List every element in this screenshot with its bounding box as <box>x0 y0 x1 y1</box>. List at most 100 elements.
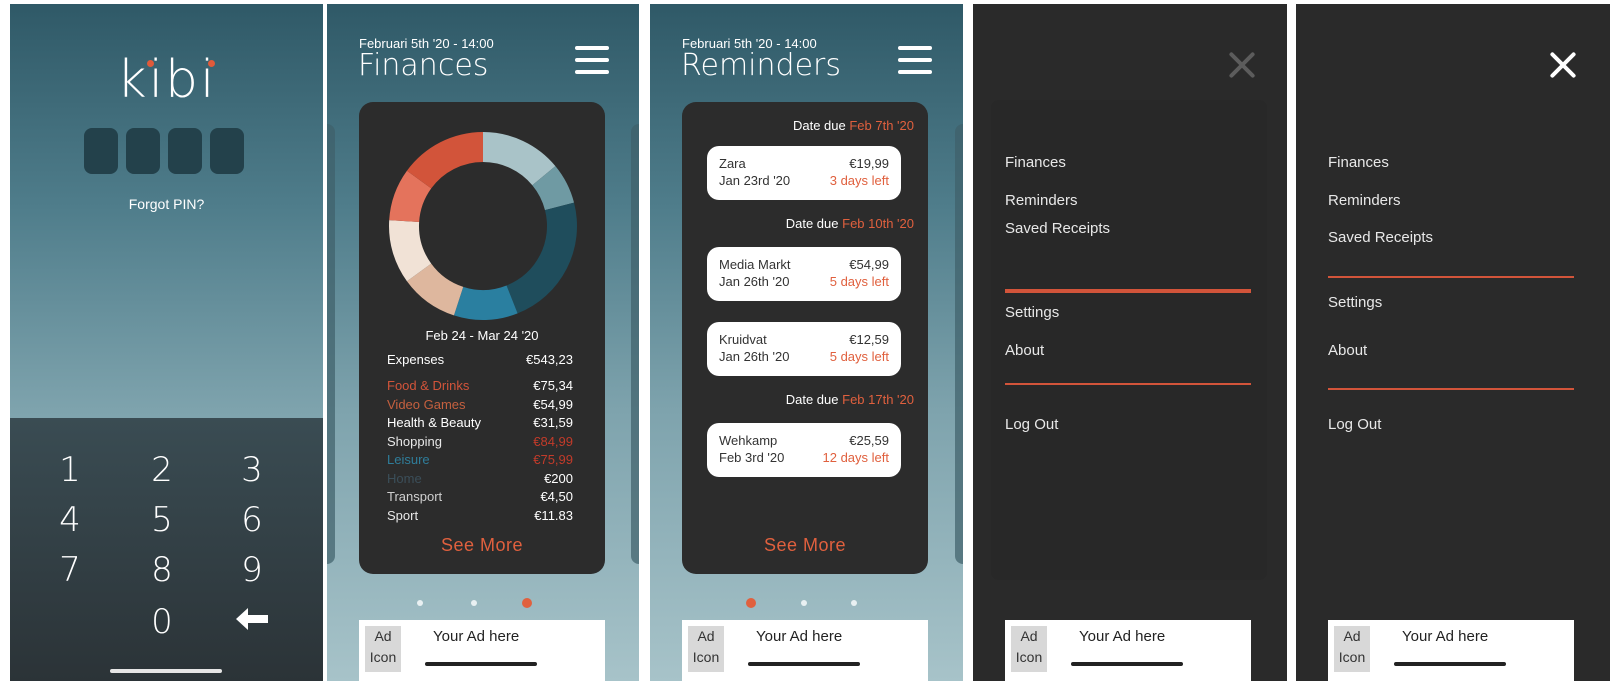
page-dot-active[interactable] <box>522 598 532 608</box>
reminder-card[interactable]: Wehkamp Feb 3rd '20 €25,59 12 days left <box>707 423 901 477</box>
close-icon[interactable] <box>1548 50 1578 80</box>
category-label: Shopping <box>387 433 442 449</box>
page-dot[interactable] <box>471 600 477 606</box>
page-dot[interactable] <box>417 600 423 606</box>
forgot-pin-link[interactable]: Forgot PIN? <box>10 196 323 212</box>
reminders-card: Date due Feb 7th '20 Zara Jan 23rd '20 €1… <box>682 102 928 574</box>
category-label: Health & Beauty <box>387 415 481 430</box>
key-5[interactable]: 5 <box>132 500 192 540</box>
pin-digit-box <box>168 128 202 174</box>
key-8[interactable]: 8 <box>132 550 192 590</box>
menu-item-settings[interactable]: Settings <box>1005 304 1059 321</box>
hamburger-menu-icon[interactable] <box>898 46 932 74</box>
ad-underline <box>1071 662 1183 666</box>
key-2[interactable]: 2 <box>132 450 192 490</box>
home-indicator <box>110 669 222 673</box>
menu-item-about[interactable]: About <box>1005 342 1044 359</box>
menu-item-saved-receipts[interactable]: Saved Receipts <box>1005 220 1110 237</box>
category-row: Health & Beauty €31,59 <box>387 415 573 430</box>
category-amount: €11.83 <box>534 507 573 523</box>
reminder-card[interactable]: Kruidvat Jan 26th '20 €12,59 5 days left <box>707 322 901 376</box>
pin-digit-box <box>210 128 244 174</box>
menu-item-reminders[interactable]: Reminders <box>1005 192 1078 209</box>
menu-item-reminders[interactable]: Reminders <box>1328 192 1401 209</box>
ad-underline <box>425 662 537 666</box>
due-date-header: Date due Feb 10th '20 <box>785 216 914 231</box>
page-dot[interactable] <box>801 600 807 606</box>
pin-digit-box <box>84 128 118 174</box>
see-more-button[interactable]: See More <box>359 535 605 556</box>
category-row: Video Games €54,99 <box>387 397 573 412</box>
category-amount: €31,59 <box>533 415 573 430</box>
category-amount: €84,99 <box>533 433 573 449</box>
menu-item-finances[interactable]: Finances <box>1005 154 1066 171</box>
due-date-header: Date due Feb 17th '20 <box>785 392 914 407</box>
category-label: Transport <box>387 489 443 504</box>
donut-segment <box>453 285 518 320</box>
ad-banner[interactable]: Ad Icon Your Ad here <box>1005 620 1251 681</box>
finances-card: Feb 24 - Mar 24 '20 Expenses €543,23 Foo… <box>359 102 605 574</box>
ad-icon: Ad Icon <box>1011 626 1047 672</box>
menu-divider <box>1328 276 1574 278</box>
donut-segment <box>506 202 577 314</box>
category-row: Food & Drinks €75,34 <box>387 378 573 393</box>
hamburger-menu-icon[interactable] <box>575 46 609 74</box>
reminder-card[interactable]: Zara Jan 23rd '20 €19,99 3 days left <box>707 146 901 200</box>
pin-input[interactable] <box>84 128 244 174</box>
expenses-donut-chart <box>389 132 577 320</box>
ad-underline <box>748 662 860 666</box>
ad-icon: Ad Icon <box>688 626 724 672</box>
ad-banner[interactable]: Ad Icon Your Ad here <box>682 620 928 681</box>
reminder-card[interactable]: Media Markt Jan 26th '20 €54,99 5 days lef… <box>707 247 901 301</box>
key-3[interactable]: 3 <box>222 450 282 490</box>
pin-digit-box <box>126 128 160 174</box>
category-label: Home <box>387 470 422 486</box>
menu-item-finances[interactable]: Finances <box>1328 154 1389 171</box>
category-amount: €75,34 <box>533 378 573 393</box>
key-1[interactable]: 1 <box>40 450 100 490</box>
page-indicator <box>650 598 963 612</box>
next-card-peek <box>955 124 963 564</box>
see-more-button[interactable]: See More <box>682 535 928 556</box>
menu-item-logout[interactable]: Log Out <box>1005 416 1058 433</box>
key-7[interactable]: 7 <box>40 550 100 590</box>
category-row: Leisure €75,99 <box>387 452 573 467</box>
page-title: Finances <box>358 48 489 83</box>
prev-card-peek <box>327 124 335 564</box>
page-dot-active[interactable] <box>746 598 756 608</box>
menu-divider <box>1328 388 1574 390</box>
ad-icon: Ad Icon <box>1334 626 1370 672</box>
ad-text: Your Ad here <box>1402 628 1489 645</box>
key-6[interactable]: 6 <box>222 500 282 540</box>
backspace-icon[interactable] <box>222 602 282 642</box>
menu-item-saved-receipts[interactable]: Saved Receipts <box>1328 229 1433 246</box>
ad-banner[interactable]: Ad Icon Your Ad here <box>1328 620 1574 681</box>
menu-divider <box>1005 383 1251 385</box>
finances-screen: Februari 5th '20 - 14:00 Finances Feb 24… <box>327 4 639 681</box>
due-date-header: Date due Feb 7th '20 <box>792 118 914 133</box>
expenses-label: Expenses <box>387 352 445 367</box>
reminders-screen: Februari 5th '20 - 14:00 Reminders Date … <box>650 4 963 681</box>
category-label: Food & Drinks <box>387 378 470 393</box>
key-9[interactable]: 9 <box>222 550 282 590</box>
category-row: Sport €11.83 <box>387 508 573 523</box>
menu-item-about[interactable]: About <box>1328 342 1367 359</box>
ad-text: Your Ad here <box>756 628 843 645</box>
ad-icon: Ad Icon <box>365 626 401 672</box>
ad-banner[interactable]: Ad Icon Your Ad here <box>359 620 605 681</box>
ad-underline <box>1394 662 1506 666</box>
category-amount: €4,50 <box>540 489 573 504</box>
menu-screen: Finances Reminders Saved Receipts Settin… <box>1296 4 1610 681</box>
key-4[interactable]: 4 <box>40 500 100 540</box>
key-0[interactable]: 0 <box>132 602 192 642</box>
category-amount: €75,99 <box>533 452 573 467</box>
category-row: Home €200 <box>387 471 573 486</box>
close-icon[interactable] <box>1227 50 1257 80</box>
menu-item-logout[interactable]: Log Out <box>1328 416 1381 433</box>
page-dot[interactable] <box>851 600 857 606</box>
ad-text: Your Ad here <box>433 628 520 645</box>
category-amount: €54,99 <box>533 396 573 412</box>
next-card-peek <box>631 124 639 564</box>
menu-item-settings[interactable]: Settings <box>1328 294 1382 311</box>
menu-divider <box>1005 289 1251 293</box>
